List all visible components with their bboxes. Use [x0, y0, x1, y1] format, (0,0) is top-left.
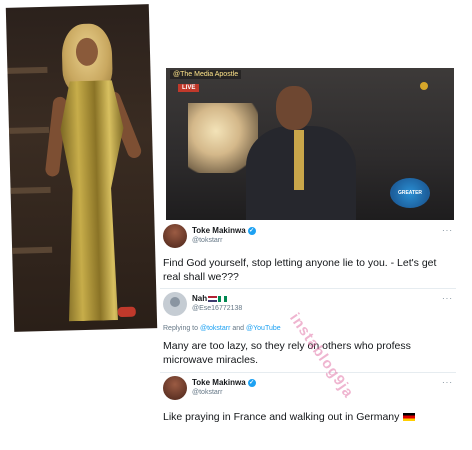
tweet-author[interactable]: Toke Makinwa ✓ [192, 226, 256, 235]
corner-emblem-icon [420, 82, 428, 90]
replying-to: Replying to @tokstarr and @YouTube [163, 325, 281, 332]
divider [160, 288, 456, 289]
more-options-icon[interactable]: ··· [442, 226, 453, 235]
preacher-tie [294, 130, 304, 190]
channel-logo: GREATER WORKS [390, 178, 430, 208]
avatar[interactable] [163, 224, 187, 248]
tweet-text-row: Like praying in France and walking out i… [163, 410, 458, 424]
video-frame[interactable]: @The Media Apostle LIVE GREATER WORKS [166, 68, 454, 220]
reply-mention-link[interactable]: @YouTube [246, 325, 281, 332]
background-shelf [7, 66, 48, 74]
reply-prefix: Replying to [163, 325, 199, 332]
author-handle[interactable]: @Ese16772138 [192, 305, 242, 312]
verified-badge-icon: ✓ [247, 378, 256, 387]
tweet-text: Many are too lazy, so they rely on other… [163, 340, 411, 366]
author-handle[interactable]: @tokstarr [192, 389, 222, 396]
background-shelf [12, 246, 53, 254]
avatar[interactable] [163, 376, 187, 400]
red-shoe [117, 306, 136, 318]
more-options-icon[interactable]: ··· [442, 294, 453, 303]
tweet-text: Like praying in France and walking out i… [163, 411, 400, 423]
germany-flag-icon [403, 413, 416, 422]
divider [160, 372, 456, 373]
celebrity-photo [5, 4, 158, 332]
us-flag-icon [208, 295, 218, 302]
preacher-head [276, 86, 312, 130]
tweet-author[interactable]: Toke Makinwa ✓ [192, 378, 256, 387]
author-name: Nah [192, 294, 208, 303]
verified-badge-icon: ✓ [247, 226, 256, 235]
reply-mention-link[interactable]: @tokstarr [200, 325, 230, 332]
default-avatar-icon[interactable] [163, 292, 187, 316]
more-options-icon[interactable]: ··· [442, 378, 453, 387]
author-name: Toke Makinwa [192, 226, 246, 235]
background-shelf [10, 186, 51, 194]
tweet-author[interactable]: Nah [192, 294, 228, 303]
author-handle[interactable]: @tokstarr [192, 237, 222, 244]
nigeria-flag-icon [218, 295, 228, 302]
reply-and: and [232, 325, 245, 332]
video-source-tag: @The Media Apostle [170, 70, 242, 79]
tweet-text: Find God yourself, stop letting anyone l… [163, 257, 437, 283]
live-badge: LIVE [178, 84, 200, 92]
author-name: Toke Makinwa [192, 378, 246, 387]
gold-dress [56, 80, 132, 322]
background-shelf [8, 126, 50, 134]
